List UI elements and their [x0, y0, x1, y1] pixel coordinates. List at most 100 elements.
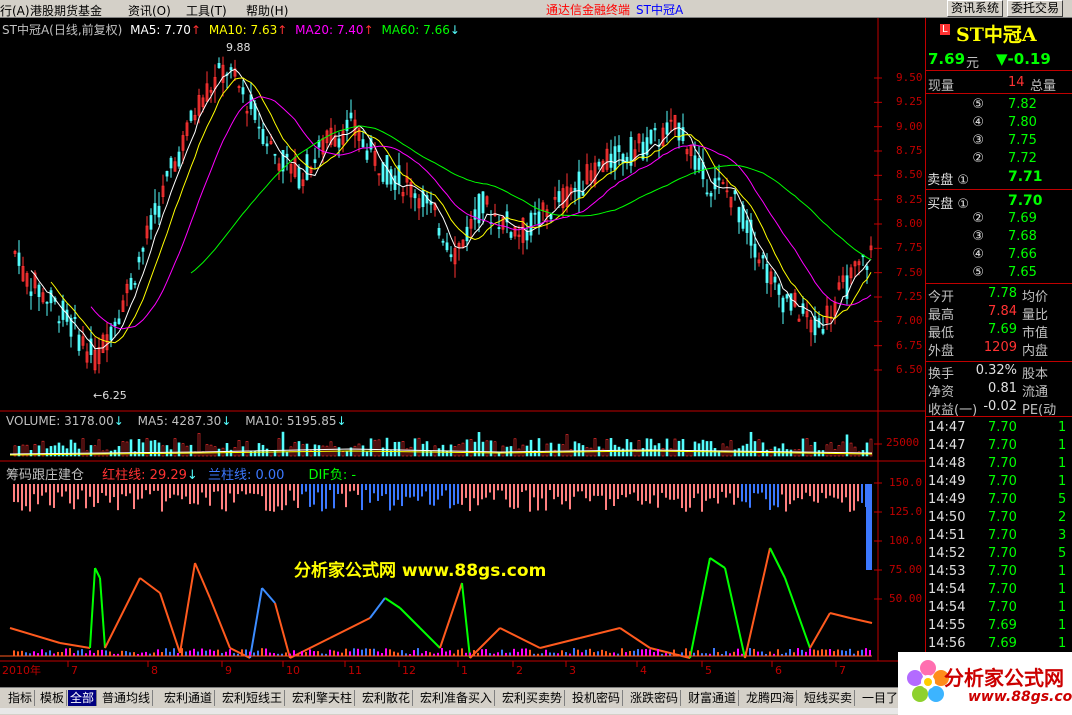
volume-bar	[661, 448, 665, 457]
volume-bar	[341, 451, 345, 457]
tab-item[interactable]: 模板	[38, 690, 68, 706]
tab-item[interactable]: 投机密码	[570, 690, 624, 706]
tab-item[interactable]: 宏利擎天柱	[290, 690, 356, 706]
price-axis-label: 7.50	[896, 265, 923, 279]
tab-item[interactable]: 龙腾四海	[744, 690, 798, 706]
tick-row: 14:50 7.70 2	[926, 510, 1072, 528]
tick-volume: 1	[1058, 420, 1067, 435]
volume-bar	[709, 441, 713, 457]
volume-bar	[493, 441, 497, 457]
chart-area[interactable]: ST中冠A(日线,前复权) MA5: 7.70↑ MA10: 7.63↑ MA2…	[0, 18, 926, 687]
tick-price: 7.70	[988, 438, 1017, 453]
tick-price: 7.70	[988, 510, 1017, 525]
price-axis-label: 8.50	[896, 168, 923, 182]
bid-row: 买盘 ① 7.70	[926, 193, 1072, 212]
date-axis-year: 2010年	[2, 664, 41, 677]
tab-item[interactable]: 全部	[68, 690, 98, 706]
candle-body	[133, 283, 137, 285]
candle-body	[697, 158, 701, 170]
tab-item[interactable]: 短线买卖	[802, 690, 856, 706]
tab-item[interactable]: 普通均线	[100, 690, 154, 706]
tab-item[interactable]: 宏利短线王	[220, 690, 286, 706]
tab-item[interactable]: 宏利散花	[360, 690, 414, 706]
volume-bar	[685, 451, 689, 457]
indicator-wave-segment	[829, 612, 851, 619]
indicator-wave-segment	[709, 557, 726, 569]
menu-item-news[interactable]: 资讯(O)	[128, 2, 171, 19]
ma20-line	[90, 96, 872, 330]
quote-stock-name: ST中冠A	[956, 24, 1037, 46]
volume-bar	[485, 440, 489, 457]
candle-body	[153, 203, 157, 215]
bid-label: ③	[972, 229, 984, 244]
indicator-wave-segment	[539, 637, 581, 649]
indicator-wave-segment	[89, 567, 96, 649]
volume-bar	[345, 450, 349, 457]
volume-bar	[189, 444, 193, 457]
menu-item-tools[interactable]: 工具(T)	[186, 2, 227, 19]
volume-bar	[317, 445, 321, 457]
volume-bar	[473, 441, 477, 457]
high-marker: 9.88	[226, 41, 251, 54]
tick-time: 14:47	[928, 420, 966, 435]
indicator-wave-segment	[499, 627, 541, 649]
volume-bar	[457, 444, 461, 457]
price-axis-label: 8.75	[896, 144, 923, 157]
stat-value: 7.69	[988, 322, 1017, 337]
candle-body	[297, 167, 301, 189]
candle-body	[137, 256, 141, 263]
date-axis-month: 10	[286, 664, 300, 677]
stat-label-2: 均价	[1022, 290, 1049, 305]
candle-body	[273, 153, 277, 156]
menu-item-hk-futures[interactable]: 港股期货基金	[30, 2, 102, 19]
menu-bar: 行(A) 港股期货基金 资讯(O) 工具(T) 帮助(H) 通达信金融终端 ST中…	[0, 0, 1072, 18]
now-vol-label: 现量	[928, 79, 955, 94]
stat-row: 今开 7.78 均价	[926, 286, 1072, 305]
volume-panel-legend: VOLUME: 3178.00↓ MA5: 4287.30↓ MA10: 519…	[6, 414, 347, 428]
bid-label: ⑤	[972, 265, 984, 280]
candle-body	[229, 67, 233, 71]
ma60-line	[190, 125, 872, 274]
candle-body	[745, 220, 749, 233]
volume-bar	[561, 444, 565, 457]
volume-bar	[625, 439, 629, 457]
stat2-row: 收益(一) -0.02 PE(动	[926, 399, 1072, 418]
tick-row: 14:47 7.70 1	[926, 438, 1072, 456]
tick-row: 14:51 7.70 3	[926, 528, 1072, 546]
indicator-wave-segment	[769, 547, 786, 579]
indicator-wave-segment	[461, 582, 471, 659]
chart-canvas	[0, 18, 926, 667]
candle-body	[765, 263, 769, 283]
volume-bar	[525, 445, 529, 457]
volume-row: 现量 14 总量	[926, 75, 1072, 94]
tick-price: 7.70	[988, 564, 1017, 579]
volume-bar	[185, 445, 189, 457]
bid-price: 7.68	[1008, 229, 1037, 244]
tab-item[interactable]: 宏利准备买入	[418, 690, 496, 706]
candle-body	[241, 87, 245, 95]
tab-item[interactable]: 指标	[6, 690, 36, 706]
ask-row: ④ 7.80	[926, 115, 1072, 133]
volume-bar	[757, 439, 761, 457]
tab-item[interactable]: 涨跌密码	[628, 690, 682, 706]
tab-item[interactable]: 一目了	[860, 690, 902, 706]
stat2-label-2: 流通	[1022, 385, 1049, 400]
tab-item[interactable]: 宏利通道	[162, 690, 216, 706]
volume-bar	[461, 442, 465, 457]
ma5-line	[30, 68, 872, 350]
tab-item[interactable]: 宏利买卖势	[500, 690, 566, 706]
menu-item-quote[interactable]: 行(A)	[0, 2, 30, 19]
horizontal-scrollbar[interactable]	[0, 708, 926, 714]
volume-bar	[285, 451, 289, 457]
candle-body	[189, 110, 193, 121]
menu-item-help[interactable]: 帮助(H)	[246, 2, 288, 19]
candle-body	[653, 128, 657, 131]
l-badge: L	[940, 24, 950, 35]
volume-bar	[397, 441, 401, 457]
stat2-value: 0.32%	[975, 363, 1017, 378]
candle-body	[525, 230, 529, 241]
trade-button[interactable]: 委托交易	[1007, 0, 1064, 17]
bid-row: ④ 7.66	[926, 247, 1072, 265]
tab-item[interactable]: 财富通道	[686, 690, 740, 706]
info-system-button[interactable]: 资讯系统	[947, 0, 1004, 17]
